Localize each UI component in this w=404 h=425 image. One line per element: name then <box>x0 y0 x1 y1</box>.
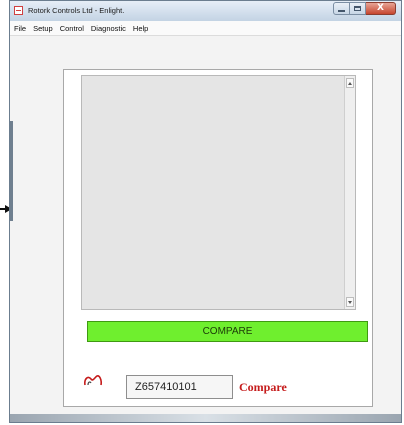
close-button[interactable]: X <box>366 2 396 15</box>
window-bottom-edge <box>10 414 401 422</box>
app-icon <box>14 6 23 15</box>
compare-panel: COMPARE Z657410101 Compare <box>63 69 373 407</box>
window-title: Rotork Controls Ltd - Enlight. <box>28 6 125 15</box>
left-edge-bar <box>10 121 13 221</box>
serial-number-field[interactable]: Z657410101 <box>126 375 233 399</box>
menu-help[interactable]: Help <box>133 24 148 33</box>
scroll-down-icon <box>348 300 352 304</box>
compare-button[interactable]: COMPARE <box>87 321 368 342</box>
scroll-up-icon <box>348 81 352 85</box>
caption-buttons: X <box>333 2 396 16</box>
title-bar[interactable]: Rotork Controls Ltd - Enlight. X <box>10 1 401 22</box>
menu-diagnostic[interactable]: Diagnostic <box>91 24 126 33</box>
menu-divider <box>10 35 401 36</box>
menu-file[interactable]: File <box>14 24 26 33</box>
menu-setup[interactable]: Setup <box>33 24 53 33</box>
maximize-button[interactable] <box>350 2 366 15</box>
scroll-down-button[interactable] <box>346 297 354 307</box>
menu-control[interactable]: Control <box>60 24 84 33</box>
rotork-logo-icon <box>84 375 102 386</box>
scroll-up-button[interactable] <box>346 78 354 88</box>
vertical-scrollbar[interactable] <box>344 76 355 309</box>
output-textarea[interactable] <box>81 75 356 310</box>
minimize-button[interactable] <box>333 2 350 15</box>
menu-bar: File Setup Control Diagnostic Help <box>10 21 401 35</box>
app-window: Rotork Controls Ltd - Enlight. X File Se… <box>9 0 402 423</box>
minimize-icon <box>338 10 345 12</box>
maximize-icon <box>354 6 361 11</box>
close-icon: X <box>377 3 384 13</box>
compare-label: Compare <box>239 380 287 394</box>
